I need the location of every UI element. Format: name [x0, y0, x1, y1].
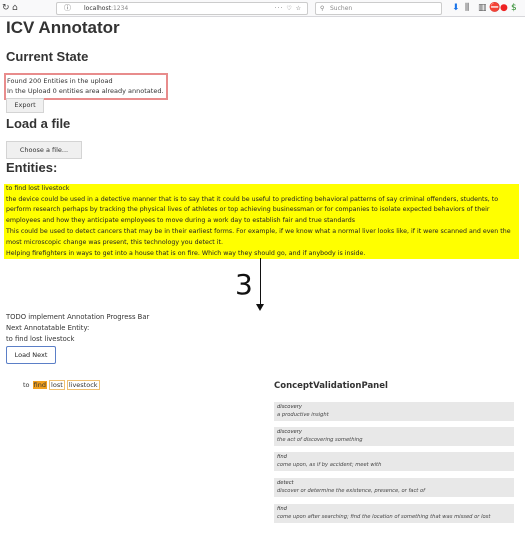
token[interactable]: to	[22, 381, 31, 389]
choose-file-button[interactable]: Choose a file...	[6, 141, 82, 159]
reload-icon[interactable]: ↻	[2, 0, 10, 16]
download-icon[interactable]: ⬇	[452, 0, 460, 16]
next-entity-label: Next Annotatable Entity:	[6, 324, 90, 332]
entity-line: Helping firefighters in ways to get into…	[6, 250, 366, 257]
block-icon[interactable]: ⛔	[489, 0, 500, 16]
concept-card[interactable]: find come upon after searching; find the…	[274, 504, 514, 523]
sidebar-icon[interactable]: ▥	[478, 0, 487, 16]
entity-line: This could be used to detect cancers tha…	[6, 228, 511, 235]
search-box[interactable]: ⚲ Suchen	[315, 2, 442, 15]
search-icon: ⚲	[320, 5, 325, 12]
load-file-heading: Load a file	[6, 116, 71, 131]
library-icon[interactable]: ⫼	[465, 0, 469, 16]
entities-list: to find lost livestock the device could …	[4, 184, 519, 259]
info-icon[interactable]: ⓘ	[64, 3, 71, 14]
annotation-number: 3	[235, 268, 253, 301]
concept-card[interactable]: discovery a productive insight	[274, 402, 514, 421]
next-entity-value: to find lost livestock	[6, 335, 75, 343]
page-actions-icon[interactable]: ··· ♡ ☆	[275, 3, 302, 14]
entity-line: most microscopic change was present, thi…	[6, 239, 223, 246]
app-title: ICV Annotator	[6, 18, 120, 37]
search-placeholder: Suchen	[330, 5, 353, 12]
concept-word: find	[277, 454, 287, 460]
entity-line: to find lost livestock	[6, 185, 70, 192]
browser-toolbar: ↻ ⌂ ⓘ localhost:1234 ··· ♡ ☆ ⚲ Suchen ⬇ …	[0, 0, 525, 17]
concept-definition: a productive insight	[277, 412, 329, 418]
todo-text: TODO implement Annotation Progress Bar	[6, 313, 150, 321]
concept-word: detect	[277, 480, 294, 486]
arrow-down-icon	[256, 304, 264, 311]
entity-line: employees and how they anticipate employ…	[6, 217, 355, 224]
url-bar[interactable]: ⓘ localhost:1234 ··· ♡ ☆	[56, 2, 308, 15]
token[interactable]: livestock	[66, 380, 100, 390]
concept-definition: come upon, as if by accident; meet with	[277, 462, 382, 468]
url-text: localhost:1234	[84, 5, 129, 12]
concept-definition: discover or determine the existence, pre…	[277, 488, 425, 494]
concept-card[interactable]: find come upon, as if by accident; meet …	[274, 452, 514, 471]
concept-definition: come upon after searching; find the loca…	[277, 514, 491, 520]
concept-word: discovery	[277, 404, 302, 410]
load-next-button[interactable]: Load Next	[6, 346, 56, 364]
concept-word: find	[277, 506, 287, 512]
annotation-arrow-shaft	[260, 258, 261, 306]
state-found-text: Found 200 Entities in the upload	[7, 77, 113, 85]
concept-definition: the act of discovering something	[277, 437, 363, 443]
dollar-extension-icon[interactable]: $	[511, 0, 517, 16]
state-annotated-text: In the Upload 0 entities area already an…	[7, 87, 164, 95]
concept-word: discovery	[277, 429, 302, 435]
concept-card[interactable]: discovery the act of discovering somethi…	[274, 427, 514, 446]
concept-card[interactable]: detect discover or determine the existen…	[274, 478, 514, 497]
entities-heading: Entities:	[6, 160, 58, 175]
home-icon[interactable]: ⌂	[12, 0, 18, 16]
state-box: Found 200 Entities in the upload In the …	[4, 73, 168, 100]
concept-panel-title: ConceptValidationPanel	[274, 381, 388, 391]
export-button[interactable]: Export	[6, 98, 44, 113]
extension-icon[interactable]: ●	[500, 0, 508, 16]
entity-line: the device could be used in a detective …	[6, 196, 499, 203]
token-row: to find lost livestock	[22, 380, 100, 390]
entity-line: perform research perhaps by tracking the…	[6, 206, 490, 213]
token-active[interactable]: find	[32, 381, 47, 389]
current-state-heading: Current State	[6, 49, 89, 64]
token[interactable]: lost	[49, 380, 65, 390]
